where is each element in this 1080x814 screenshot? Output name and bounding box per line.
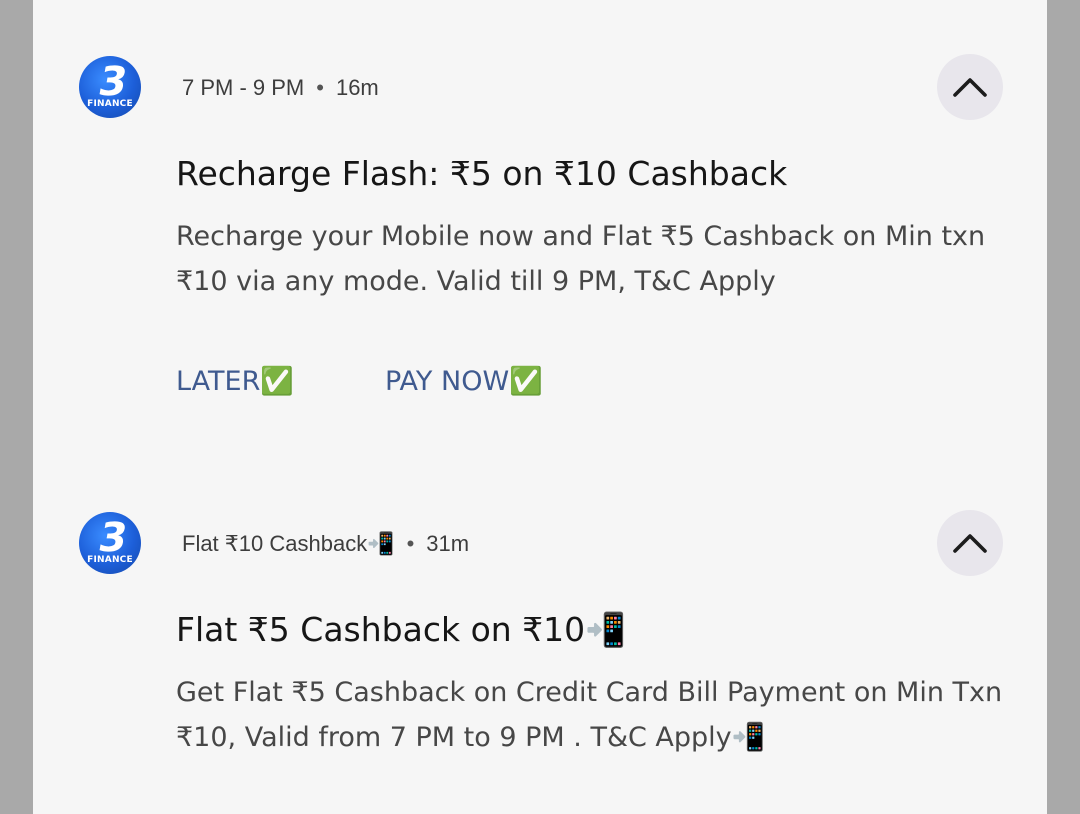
finance-app-icon: 3 FINANCE: [79, 56, 141, 118]
notification-time: 16m: [335, 75, 379, 100]
finance-app-icon: 3 FINANCE: [79, 512, 141, 574]
notification-header: 7 PM - 9 PM • 16m: [182, 75, 379, 101]
notification-body: Recharge your Mobile now and Flat ₹5 Cas…: [176, 221, 986, 297]
notification-time: 31m: [426, 531, 470, 556]
later-button[interactable]: LATER✅: [176, 365, 294, 397]
chevron-up-icon: [953, 78, 987, 97]
notification-card[interactable]: 3 FINANCE 7 PM - 9 PM • 16m Recharge Flash…: [33, 0, 1047, 465]
app-logo-label: FINANCE: [87, 99, 133, 109]
notification-subtext: Flat ₹10 Cashback📲: [182, 531, 395, 556]
separator-dot: •: [316, 75, 324, 100]
collapse-button[interactable]: [937, 510, 1003, 576]
app-logo-mark: 3: [94, 59, 131, 105]
app-logo-label: FINANCE: [87, 555, 133, 565]
notification-body: Get Flat ₹5 Cashback on Credit Card Bill…: [176, 677, 1003, 753]
notification-title: Flat ₹5 Cashback on ₹10📲: [176, 610, 627, 649]
notification-shade: 3 FINANCE 7 PM - 9 PM • 16m Recharge Flash…: [33, 0, 1047, 814]
notification-subtext: 7 PM - 9 PM: [182, 75, 305, 100]
pay-now-button[interactable]: PAY NOW✅: [385, 365, 543, 397]
notification-title: Recharge Flash: ₹5 on ₹10 Cashback: [176, 154, 788, 193]
separator-dot: •: [406, 531, 415, 556]
notification-header: Flat ₹10 Cashback📲 • 31m: [182, 531, 469, 557]
collapse-button[interactable]: [937, 54, 1003, 120]
app-logo-mark: 3: [94, 515, 131, 561]
notification-card[interactable]: 3 FINANCE Flat ₹10 Cashback📲 • 31m Flat ₹5…: [33, 465, 1047, 814]
chevron-up-icon: [953, 534, 987, 553]
